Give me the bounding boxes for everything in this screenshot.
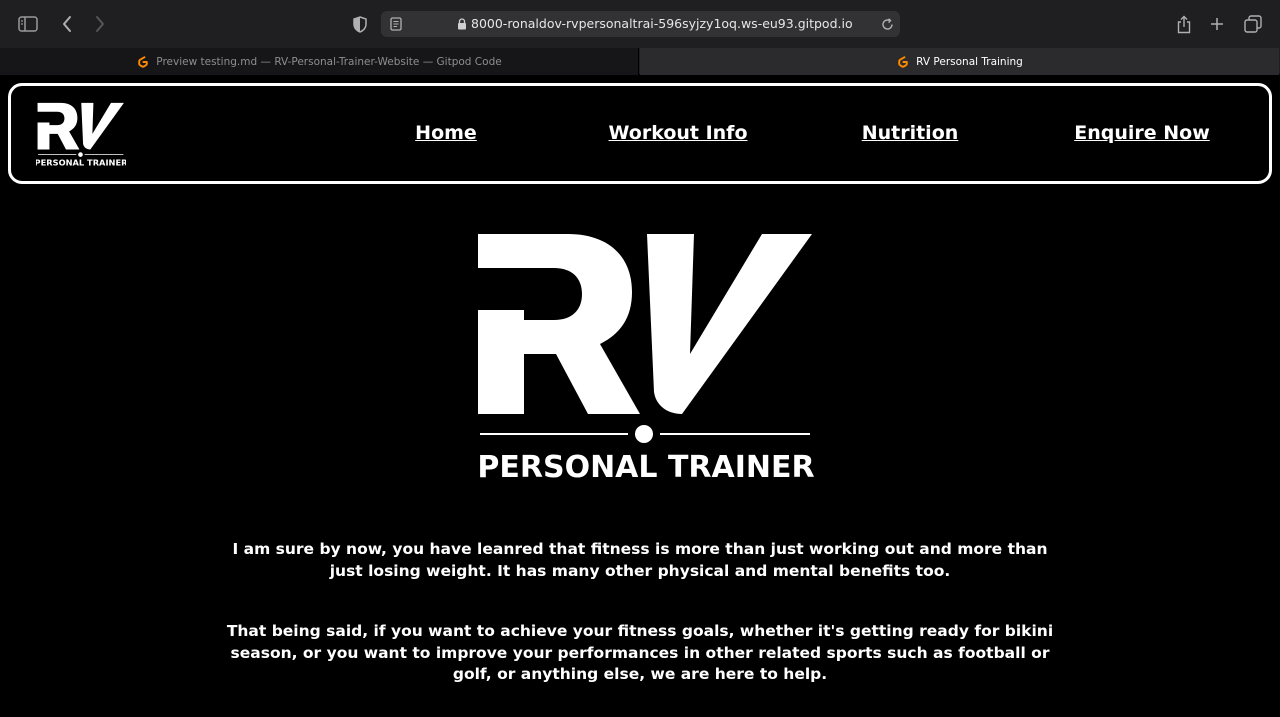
rv-logo-hero: PERSONAL TRAINER xyxy=(477,234,815,485)
paragraph-line: just losing weight. It has many other ph… xyxy=(329,561,951,580)
share-icon[interactable] xyxy=(1172,12,1196,36)
goals-paragraph: That being said, if you want to achieve … xyxy=(200,621,1080,686)
nav-workout-info-link[interactable]: Workout Info xyxy=(608,122,747,144)
rv-logo-small[interactable]: PERSONAL TRAINER xyxy=(36,101,126,171)
logo-tagline: PERSONAL TRAINER xyxy=(36,158,126,168)
tab-overview-icon[interactable] xyxy=(1241,12,1265,36)
address-bar[interactable]: 8000-ronaldov-rvpersonaltrai-596syjzy1oq… xyxy=(381,11,900,37)
web-page: PERSONAL TRAINER Home Workout Info Nutri… xyxy=(0,76,1280,717)
tab-title: Preview testing.md — RV-Personal-Trainer… xyxy=(156,55,502,68)
tab-rv-personal-training[interactable]: RV Personal Training xyxy=(640,48,1279,75)
new-tab-icon[interactable] xyxy=(1205,12,1229,36)
paragraph-line: That being said, if you want to achieve … xyxy=(226,622,1054,640)
gitpod-icon xyxy=(136,55,150,69)
back-icon[interactable] xyxy=(55,12,79,36)
reload-icon[interactable] xyxy=(875,12,899,36)
forward-icon[interactable] xyxy=(88,12,112,36)
nav-nutrition-link[interactable]: Nutrition xyxy=(862,122,959,144)
sidebar-icon[interactable] xyxy=(16,12,40,36)
site-navbar: PERSONAL TRAINER Home Workout Info Nutri… xyxy=(8,83,1272,184)
nav-home-link[interactable]: Home xyxy=(415,122,477,144)
browser-toolbar: 8000-ronaldov-rvpersonaltrai-596syjzy1oq… xyxy=(0,0,1280,48)
paragraph-line: season, or you want to improve your perf… xyxy=(230,643,1050,662)
tab-bar: Preview testing.md — RV-Personal-Trainer… xyxy=(0,48,1280,75)
tab-gitpod-code[interactable]: Preview testing.md — RV-Personal-Trainer… xyxy=(0,48,639,75)
intro-paragraph: I am sure by now, you have leanred that … xyxy=(200,539,1080,582)
reader-icon[interactable] xyxy=(384,12,408,36)
gitpod-icon xyxy=(896,55,910,69)
tab-title: RV Personal Training xyxy=(916,55,1023,68)
logo-tagline: PERSONAL TRAINER xyxy=(477,450,814,485)
privacy-shield-icon[interactable] xyxy=(348,12,372,36)
paragraph-line: I am sure by now, you have leanred that … xyxy=(232,540,1048,558)
nav-enquire-now-link[interactable]: Enquire Now xyxy=(1074,122,1210,144)
url-text[interactable]: 8000-ronaldov-rvpersonaltrai-596syjzy1oq… xyxy=(471,16,853,31)
paragraph-line: golf, or anything else, we are here to h… xyxy=(452,665,828,683)
